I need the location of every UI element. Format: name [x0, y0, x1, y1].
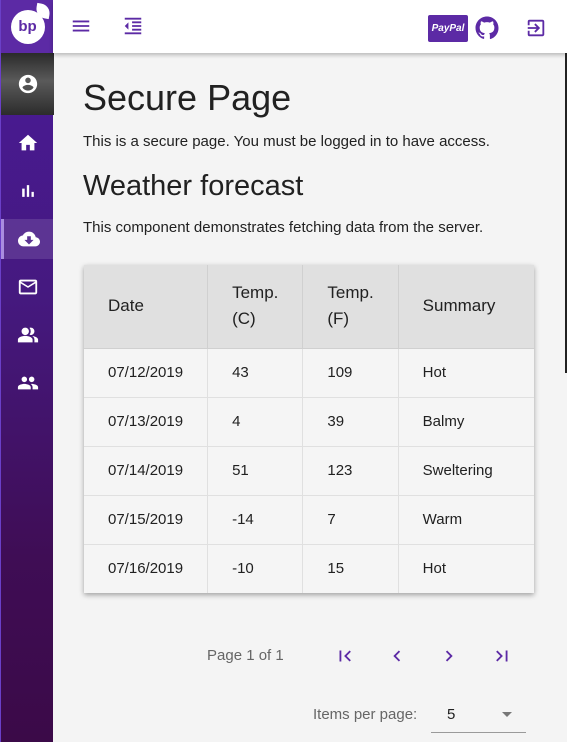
cell-summary: Sweltering [398, 446, 534, 496]
sidebar-item-charts[interactable] [1, 171, 54, 211]
menu-icon [72, 20, 90, 32]
next-page-button[interactable] [434, 641, 464, 671]
page-title: Secure Page [83, 77, 292, 118]
paypal-button[interactable]: PayPal [428, 15, 468, 42]
column-header-temp-c[interactable]: Temp. (C) [207, 265, 304, 349]
items-per-page-select[interactable]: 5 [431, 697, 526, 733]
section-description: This component demonstrates fetching dat… [83, 219, 484, 236]
flame-icon [34, 2, 51, 19]
cell-date: 07/12/2019 [84, 348, 209, 398]
cell-temp-c: 43 [207, 348, 304, 398]
table-row: 07/15/2019 -14 7 Warm [84, 495, 534, 545]
column-header-summary[interactable]: Summary [398, 265, 534, 349]
github-icon [475, 16, 499, 40]
page-description: This is a secure page. You must be logge… [83, 133, 490, 150]
paypal-label: PayPal [431, 23, 465, 34]
items-per-page-value: 5 [447, 706, 456, 723]
github-button[interactable] [475, 16, 499, 40]
cell-summary: Hot [398, 348, 534, 398]
paginator: Page 1 of 1 [53, 638, 567, 678]
main-content: Secure Page This is a secure page. You m… [53, 53, 567, 742]
people-icon [17, 327, 38, 343]
group-icon [17, 376, 38, 390]
cell-summary: Warm [398, 495, 534, 545]
account-circle-icon [18, 74, 37, 94]
cell-temp-f: 123 [302, 446, 399, 496]
cell-temp-c: -10 [207, 544, 304, 593]
format-indent-decrease-icon [124, 17, 142, 35]
mail-icon [18, 279, 37, 295]
sidebar: bp [0, 0, 54, 742]
items-per-page-label: Items per page: [313, 706, 418, 723]
last-page-icon [496, 650, 508, 662]
chevron-right-icon [445, 650, 453, 662]
table-row: 07/12/2019 43 109 Hot [84, 348, 534, 398]
table-header-row: Date Temp. (C) Temp. (F) Summary [84, 265, 534, 349]
chevron-left-icon [393, 650, 401, 662]
first-page-button[interactable] [330, 641, 360, 671]
logo-mark: bp [10, 2, 51, 44]
exit-to-app-icon [527, 19, 545, 37]
previous-page-button[interactable] [382, 641, 412, 671]
home-icon [18, 134, 37, 151]
logo[interactable]: bp [1, 0, 54, 53]
cell-temp-f: 109 [302, 348, 399, 398]
cell-date: 07/13/2019 [84, 397, 209, 447]
section-title: Weather forecast [83, 170, 304, 202]
sidebar-item-people[interactable] [1, 315, 54, 355]
sidebar-item-group[interactable] [1, 363, 54, 403]
column-header-temp-f[interactable]: Temp. (F) [302, 265, 399, 349]
cell-temp-f: 7 [302, 495, 399, 545]
table-row: 07/13/2019 4 39 Balmy [84, 397, 534, 447]
logout-button[interactable] [524, 16, 548, 40]
chart-icon [21, 185, 34, 197]
cell-summary: Balmy [398, 397, 534, 447]
top-toolbar: PayPal [53, 0, 567, 53]
cell-date: 07/15/2019 [84, 495, 209, 545]
cell-temp-c: -14 [207, 495, 304, 545]
column-header-date[interactable]: Date [84, 265, 209, 349]
first-page-icon [339, 650, 351, 662]
forecast-table: Date Temp. (C) Temp. (F) Summary 07/12/2… [84, 265, 534, 593]
cell-summary: Hot [422, 560, 447, 578]
user-profile[interactable] [1, 53, 54, 115]
cell-date: 07/16/2019 [84, 544, 209, 593]
menu-button[interactable] [69, 14, 93, 38]
cell-temp-f: 39 [302, 397, 399, 447]
cell-temp-f: 15 [302, 544, 399, 593]
cell-temp-c: 4 [207, 397, 304, 447]
cloud-download-icon [18, 231, 40, 247]
sidebar-item-home[interactable] [1, 123, 54, 163]
logo-text: bp [18, 18, 37, 35]
cell-temp-c: 51 [207, 446, 304, 496]
sidebar-item-mail[interactable] [1, 267, 54, 307]
sidebar-item-download[interactable] [1, 219, 54, 259]
page-range-label: Page 1 of 1 [207, 647, 284, 664]
dropdown-arrow-icon [502, 712, 512, 717]
table-row: 07/16/2019 -10 15 Hot [84, 544, 534, 593]
collapse-sidebar-button[interactable] [121, 14, 145, 38]
table-row: 07/14/2019 51 123 Sweltering [84, 446, 534, 496]
cell-date: 07/14/2019 [84, 446, 209, 496]
last-page-button[interactable] [487, 641, 517, 671]
